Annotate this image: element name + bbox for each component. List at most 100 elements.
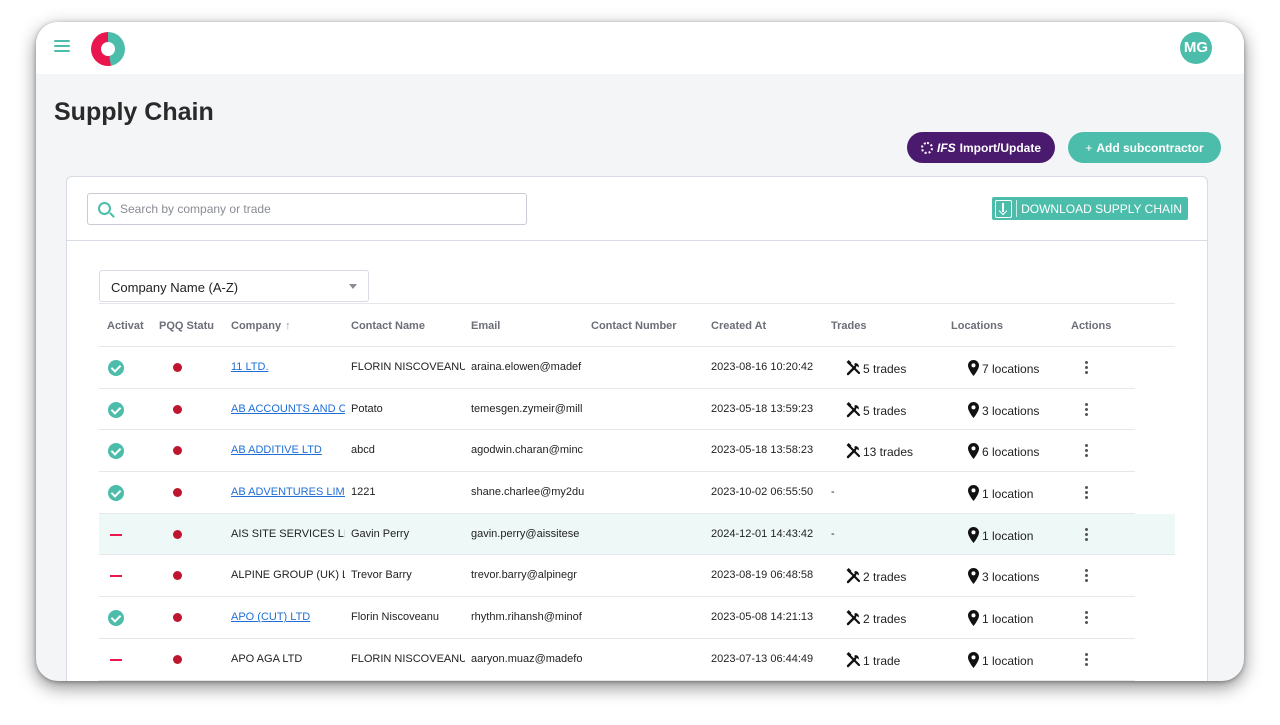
more-actions-icon[interactable] [1085, 402, 1089, 417]
download-label: DOWNLOAD SUPPLY CHAIN [1021, 201, 1182, 216]
contact-name: Trevor Barry [351, 569, 412, 582]
company-name[interactable]: APO (CUT) LTD [231, 611, 345, 623]
sort-select[interactable]: Company Name (A-Z) [99, 270, 369, 302]
download-separator [1016, 200, 1018, 217]
more-actions-icon[interactable] [1085, 444, 1089, 458]
tools-icon [846, 568, 862, 584]
user-avatar[interactable]: MG [1180, 32, 1212, 64]
company-name[interactable]: AB ACCOUNTS AND C [231, 403, 345, 415]
column-header-pqq-status[interactable]: PQQ Statu [159, 320, 216, 332]
search-icon [98, 202, 111, 215]
location-pin-icon [968, 401, 979, 418]
sort-ascending-icon: ↑ [285, 320, 291, 332]
column-header-company-label: Company [231, 320, 282, 332]
created-at: 2023-05-18 13:59:23 [711, 402, 814, 415]
locations-count[interactable]: 1 location [982, 612, 1033, 626]
hamburger-menu-icon[interactable] [54, 40, 70, 54]
ifs-sun-icon [920, 141, 933, 154]
company-name[interactable]: AB ADVENTURES LIMI [231, 486, 345, 498]
table-row[interactable]: APO (CUT) LTD Florin Niscoveanu rhythm.rih… [99, 597, 1135, 639]
pqq-status-dot-icon [173, 613, 182, 623]
pqq-status-dot-icon [173, 363, 182, 372]
trades-count[interactable]: 5 trades [863, 404, 906, 418]
locations-count[interactable]: 3 locations [982, 570, 1039, 584]
more-actions-icon[interactable] [1085, 486, 1089, 500]
search-box[interactable] [87, 193, 527, 225]
company-name: AIS SITE SERVICES LIM [231, 527, 345, 540]
company-name[interactable]: 11 LTD. [231, 361, 345, 373]
table-body: 11 LTD. FLORIN NISCOVEANU araina.elowen@ma… [99, 347, 1175, 681]
supply-chain-table: Activat PQQ Statu Company ↑ Contact Name … [99, 303, 1175, 681]
table-row[interactable]: ALPINE GROUP (UK) L Trevor Barry trevor.ba… [99, 555, 1135, 598]
app-window: MG Supply Chain IFS Import/Update + Add s… [36, 22, 1244, 681]
contact-name: Potato [351, 402, 383, 415]
ifs-import-update-button[interactable]: IFS Import/Update [907, 132, 1055, 163]
search-input[interactable] [120, 198, 520, 220]
email: rhythm.rihansh@minof [471, 611, 582, 624]
location-pin-icon [968, 485, 979, 502]
column-header-contact-number[interactable]: Contact Number [591, 320, 677, 332]
table-row[interactable]: 11 LTD. FLORIN NISCOVEANU araina.elowen@ma… [99, 347, 1135, 389]
column-header-trades[interactable]: Trades [831, 320, 866, 332]
card-divider [67, 240, 1207, 241]
table-row[interactable]: AIS SITE SERVICES LIM Gavin Perry gavin.pe… [99, 513, 1175, 556]
trades-count[interactable]: 13 trades [863, 445, 913, 459]
import-update-label: Import/Update [959, 140, 1041, 155]
column-header-active[interactable]: Activat [107, 320, 153, 332]
column-header-email[interactable]: Email [471, 320, 500, 332]
more-actions-icon[interactable] [1085, 611, 1089, 625]
more-actions-icon[interactable] [1085, 361, 1089, 375]
email: trevor.barry@alpinegr [471, 569, 577, 582]
table-row[interactable]: APO AGA LTD FLORIN NISCOVEANU aaryon.muaz@… [99, 639, 1135, 681]
pqq-status-dot-icon [173, 654, 182, 664]
inactive-dash-icon [110, 658, 122, 661]
email: agodwin.charan@minc [471, 444, 584, 457]
column-header-contact-name[interactable]: Contact Name [351, 320, 425, 332]
contact-name: Florin Niscoveanu [351, 611, 440, 624]
created-at: 2023-05-18 13:58:23 [711, 444, 814, 457]
locations-count[interactable]: 1 location [982, 654, 1033, 668]
add-subcontractor-button[interactable]: + Add subcontractor [1068, 132, 1221, 163]
contact-name: FLORIN NISCOVEANU [351, 652, 465, 665]
active-check-icon [108, 360, 124, 376]
contact-name: Gavin Perry [351, 527, 410, 540]
download-supply-chain-button[interactable]: DOWNLOAD SUPPLY CHAIN [992, 197, 1188, 220]
location-pin-icon [968, 526, 979, 543]
active-check-icon [108, 401, 124, 418]
column-header-created-at[interactable]: Created At [711, 320, 766, 332]
brand-logo[interactable] [91, 32, 125, 66]
column-header-locations[interactable]: Locations [951, 320, 1003, 332]
locations-count[interactable]: 1 location [982, 529, 1033, 543]
column-header-company[interactable]: Company ↑ [231, 320, 291, 332]
active-check-icon [108, 610, 124, 627]
trades-count[interactable]: 2 trades [863, 570, 906, 584]
top-bar: MG [36, 22, 1244, 74]
active-check-icon [108, 443, 124, 460]
supply-chain-card: DOWNLOAD SUPPLY CHAIN Company Name (A-Z)… [66, 176, 1208, 681]
trades-count[interactable]: 1 trade [863, 654, 900, 668]
trades-count[interactable]: 5 trades [863, 362, 906, 376]
table-row[interactable]: AB ADVENTURES LIMI 1221 shane.charlee@my2d… [99, 472, 1135, 514]
locations-count[interactable]: 1 location [982, 487, 1033, 501]
more-actions-icon[interactable] [1085, 527, 1089, 542]
location-pin-icon [968, 360, 979, 376]
tools-icon [846, 651, 862, 668]
table-row[interactable]: AB ACCOUNTS AND C Potato temesgen.zymeir@m… [99, 389, 1135, 431]
contact-name: FLORIN NISCOVEANU [351, 361, 465, 373]
download-icon [995, 199, 1013, 218]
table-row[interactable]: AB ADDITIVE LTD abcd agodwin.charan@minc 20… [99, 430, 1135, 473]
pqq-status-dot-icon [173, 404, 182, 414]
more-actions-icon[interactable] [1085, 569, 1089, 583]
contact-name: abcd [351, 444, 375, 457]
more-actions-icon[interactable] [1085, 652, 1089, 667]
email: shane.charlee@my2du [471, 486, 585, 499]
pqq-status-dot-icon [173, 446, 182, 456]
locations-count[interactable]: 6 locations [982, 445, 1039, 459]
company-name: APO AGA LTD [231, 652, 303, 665]
locations-count[interactable]: 3 locations [982, 404, 1039, 418]
trades-count[interactable]: 2 trades [863, 612, 906, 626]
locations-count[interactable]: 7 locations [982, 362, 1039, 376]
location-pin-icon [968, 610, 979, 627]
location-pin-icon [968, 443, 979, 460]
company-name[interactable]: AB ADDITIVE LTD [231, 444, 345, 456]
